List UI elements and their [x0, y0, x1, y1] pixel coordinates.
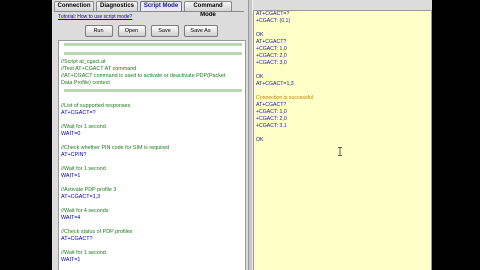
- console-line: AT+CGACT?: [256, 102, 287, 108]
- console-line: +CGACT: 3,1: [256, 123, 287, 129]
- script-command-line: AT+CGACT=?: [61, 110, 96, 116]
- console-line: AT+CGACT=?: [256, 11, 290, 17]
- tab-script-mode[interactable]: Script Mode: [140, 1, 182, 11]
- script-command-line: WAIT=4: [61, 215, 81, 221]
- console-line: OK: [256, 74, 264, 80]
- text-cursor-icon: [338, 147, 342, 156]
- script-command-line: WAIT=1: [61, 257, 81, 263]
- script-comment-line: //List of supported responses: [61, 103, 131, 109]
- script-blank-line: [59, 138, 245, 145]
- console-line: +CGACT: 1,0: [256, 109, 287, 115]
- script-comment-line: //Script at_cgact.at: [61, 59, 106, 65]
- console-line: +CGACT: 2,0: [256, 116, 287, 122]
- console-line: +CGACT: 3,0: [256, 60, 287, 66]
- console-line: OK: [256, 32, 264, 38]
- script-command-line: WAIT=1: [61, 173, 81, 179]
- letterbox-right: [432, 0, 480, 270]
- script-comment-line: //Activate PDP profile 3: [61, 187, 117, 193]
- script-comment-line: //Check whether PIN code for SIM is requ…: [61, 145, 170, 151]
- app-window: Connection Diagnostics Script Mode Comma…: [52, 0, 432, 270]
- script-comment-line: //Check status of PDP profiles: [61, 229, 133, 235]
- letterbox-left: [0, 0, 52, 270]
- console-line: OK: [256, 137, 264, 143]
- script-editor[interactable]: //Script at_cgact.at//Test AT+CGACT AT c…: [58, 40, 246, 270]
- separator-line: [59, 89, 245, 96]
- script-comment-line: //Wait for 1 second: [61, 124, 106, 130]
- tutorial-link[interactable]: Tutorial: How to use script mode?: [58, 14, 132, 20]
- script-command-line: WAIT=0: [61, 131, 81, 137]
- tab-diagnostics[interactable]: Diagnostics: [96, 1, 138, 11]
- script-blank-line: [59, 159, 245, 166]
- script-comment-line: //Wait for 1 second: [61, 166, 106, 172]
- script-comment-line: //Wait for 1 second: [61, 250, 106, 256]
- script-command-line: AT+CGACT=1,3: [61, 194, 101, 200]
- response-console: AT+CGACT=? +CGACT: (0,1) OK AT+CGACT? +CGACT…: [253, 10, 432, 270]
- console-line: AT+CGACT=1,3: [256, 81, 294, 87]
- script-comment-line: Data Profile) context: [61, 80, 110, 86]
- console-status-line: Connection is successful: [256, 95, 314, 101]
- save-button[interactable]: Save: [150, 25, 179, 37]
- script-comment-line: //Test AT+CGACT AT command: [61, 66, 137, 72]
- script-blank-line: [59, 222, 245, 229]
- script-comment-line: //Wait for 4 seconds: [61, 208, 109, 214]
- script-comment-line: //AT+CGACT command is used to activate o…: [61, 73, 226, 79]
- script-blank-line: [59, 117, 245, 124]
- script-blank-line: [59, 96, 245, 103]
- tab-connection[interactable]: Connection: [54, 1, 94, 11]
- script-blank-line: [59, 201, 245, 208]
- separator-line: [59, 52, 245, 59]
- console-line: AT+CGACT?: [256, 39, 287, 45]
- save-as-button[interactable]: Save As: [183, 25, 218, 37]
- script-command-line: AT+CPIN?: [61, 152, 87, 158]
- run-button[interactable]: Run: [84, 25, 113, 37]
- tab-command-mode[interactable]: Command Mode: [184, 1, 232, 18]
- open-button[interactable]: Open: [117, 25, 146, 37]
- tab-underline: [54, 11, 244, 12]
- console-line: +CGACT: 2,0: [256, 53, 287, 59]
- script-blank-line: [59, 180, 245, 187]
- script-command-line: AT+CGACT?: [61, 236, 93, 242]
- script-blank-line: [59, 243, 245, 250]
- console-line: +CGACT: (0,1): [256, 18, 291, 24]
- script-toolbar: Run Open Save Save As: [58, 25, 244, 39]
- separator-line: [59, 43, 245, 50]
- console-line: +CGACT: 1,0: [256, 46, 287, 52]
